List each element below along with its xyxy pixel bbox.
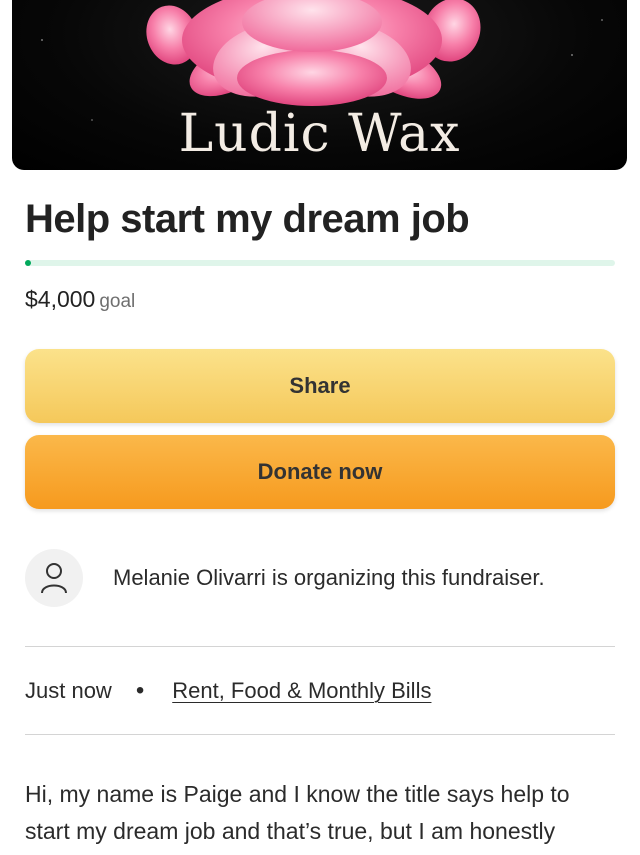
organizer-row: Melanie Olivarri is organizing this fund… xyxy=(25,548,615,608)
goal-label: goal xyxy=(99,291,136,312)
campaign-meta: Just now • Rent, Food & Monthly Bills xyxy=(25,677,615,705)
created-time: Just now xyxy=(25,678,112,703)
meta-separator: • xyxy=(135,677,145,704)
share-button[interactable]: Share xyxy=(25,349,615,423)
hero-brand-text: Ludic Wax xyxy=(178,104,461,164)
campaign-story: Hi, my name is Paige and I know the titl… xyxy=(25,781,570,844)
goal-summary: $4,000 goal xyxy=(25,286,135,313)
campaign-hero-image: Ludic Wax xyxy=(12,0,627,170)
donation-progress-bar xyxy=(25,260,615,266)
organizer-text: Melanie Olivarri is organizing this fund… xyxy=(113,565,545,590)
donate-now-button[interactable]: Donate now xyxy=(25,435,615,509)
goal-amount: $4,000 xyxy=(25,286,96,312)
avatar xyxy=(25,549,83,607)
donation-progress-fill xyxy=(25,260,31,266)
user-icon xyxy=(41,563,67,594)
share-button-label: Share xyxy=(289,373,351,398)
category-link[interactable]: Rent, Food & Monthly Bills xyxy=(172,678,431,704)
campaign-title: Help start my dream job xyxy=(25,197,470,241)
divider xyxy=(25,734,615,735)
donate-button-label: Donate now xyxy=(257,459,383,484)
divider xyxy=(25,646,615,647)
